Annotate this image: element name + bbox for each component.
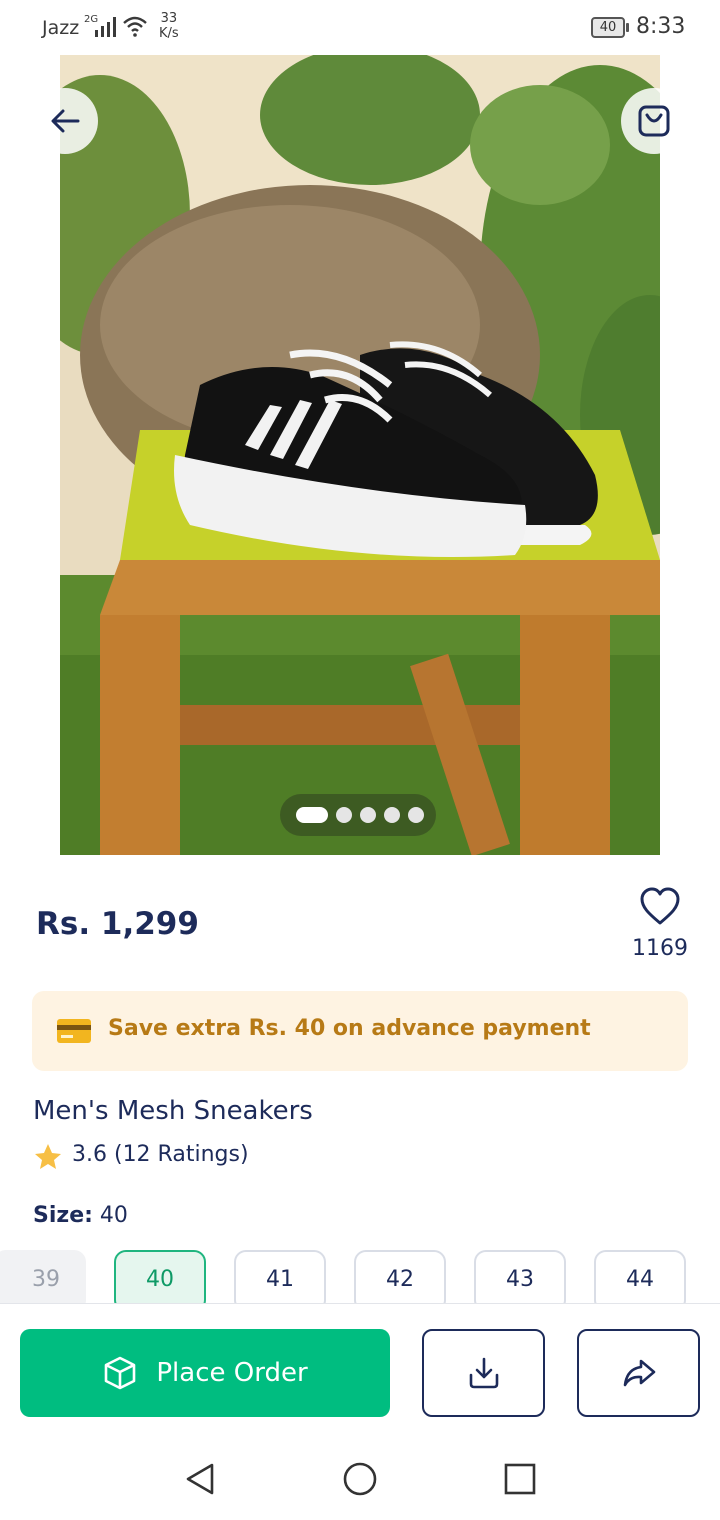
offer-text: Save extra Rs. 40 on advance payment bbox=[108, 1016, 591, 1041]
pagination-dot[interactable] bbox=[360, 807, 376, 823]
product-image-gallery[interactable] bbox=[60, 55, 660, 855]
back-button[interactable] bbox=[32, 88, 98, 154]
cart-button[interactable] bbox=[621, 88, 687, 154]
pagination-dot-active[interactable] bbox=[296, 807, 328, 823]
selected-size: 40 bbox=[99, 1203, 128, 1228]
battery-level: 40 bbox=[591, 17, 625, 38]
network-speed: 33 K/s bbox=[159, 11, 179, 41]
clock: 8:33 bbox=[636, 14, 686, 39]
bottom-action-bar: Place Order bbox=[0, 1303, 720, 1433]
speed-value: 33 bbox=[160, 11, 178, 26]
product-rating[interactable]: 3.6 (12 Ratings) bbox=[72, 1142, 249, 1167]
speed-unit: K/s bbox=[159, 26, 179, 41]
product-price: Rs. 1,299 bbox=[36, 906, 199, 942]
signal-icon bbox=[95, 17, 116, 37]
image-pagination-dots bbox=[280, 794, 436, 836]
size-option-41[interactable]: 41 bbox=[234, 1250, 326, 1304]
advance-payment-offer: Save extra Rs. 40 on advance payment bbox=[32, 991, 688, 1071]
size-option-39[interactable]: 39 bbox=[0, 1250, 86, 1304]
share-icon bbox=[623, 1359, 655, 1387]
download-button[interactable] bbox=[422, 1329, 545, 1417]
battery-tip bbox=[626, 23, 629, 32]
size-option-40[interactable]: 40 bbox=[114, 1250, 206, 1304]
shopping-bag-icon bbox=[638, 105, 670, 137]
nav-recent-apps-icon[interactable] bbox=[502, 1461, 538, 1497]
credit-card-icon bbox=[57, 1019, 91, 1043]
pagination-dot[interactable] bbox=[384, 807, 400, 823]
wishlist-count: 1169 bbox=[632, 936, 688, 961]
back-arrow-icon bbox=[51, 109, 80, 133]
wifi-icon bbox=[123, 16, 147, 37]
box-icon bbox=[105, 1356, 136, 1390]
place-order-label: Place Order bbox=[156, 1358, 308, 1388]
product-title: Men's Mesh Sneakers bbox=[33, 1096, 313, 1126]
nav-back-icon[interactable] bbox=[182, 1461, 218, 1497]
size-option-43[interactable]: 43 bbox=[474, 1250, 566, 1304]
status-bar: Jazz 2G 33 K/s 40 8:33 bbox=[0, 0, 720, 56]
size-option-44[interactable]: 44 bbox=[594, 1250, 686, 1304]
size-selector: 39 40 41 42 43 44 bbox=[0, 1248, 720, 1304]
star-icon bbox=[35, 1144, 61, 1169]
heart-icon[interactable] bbox=[638, 885, 682, 929]
pagination-dot[interactable] bbox=[336, 807, 352, 823]
system-nav-bar bbox=[0, 1433, 720, 1520]
nav-home-icon[interactable] bbox=[342, 1461, 378, 1497]
battery-indicator: 40 bbox=[591, 17, 629, 38]
product-photo bbox=[60, 55, 660, 855]
place-order-button[interactable]: Place Order bbox=[20, 1329, 390, 1417]
size-label: Size: 40 bbox=[33, 1203, 128, 1228]
download-icon bbox=[469, 1357, 498, 1389]
carrier-name: Jazz bbox=[42, 17, 80, 39]
size-label-prefix: Size: bbox=[33, 1203, 93, 1228]
share-button[interactable] bbox=[577, 1329, 700, 1417]
pagination-dot[interactable] bbox=[408, 807, 424, 823]
size-option-42[interactable]: 42 bbox=[354, 1250, 446, 1304]
